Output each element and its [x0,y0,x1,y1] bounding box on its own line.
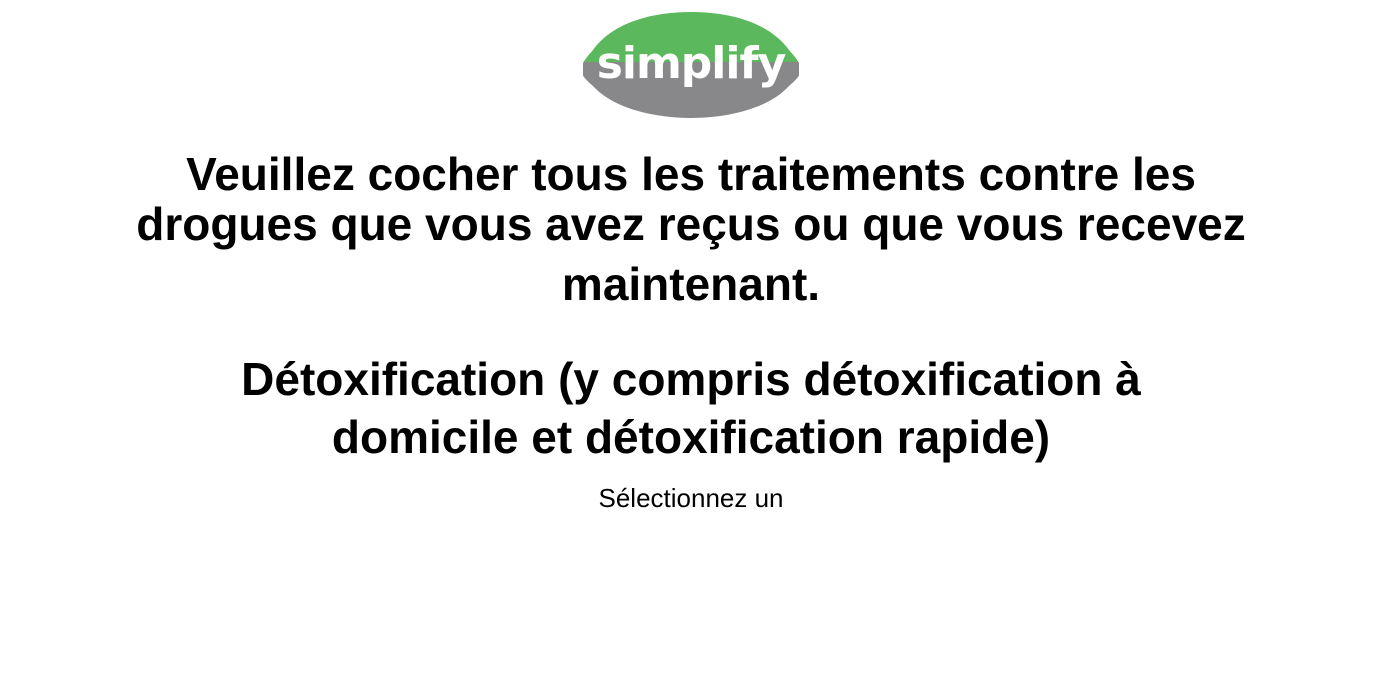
simplify-logo-shape: simplify [583,12,799,118]
treatment-item-title: Détoxification (y compris détoxification… [0,350,1382,466]
treatment-title-line-2: domicile et détoxification rapide) [331,411,1051,463]
question-line-2: drogues que vous avez reçus ou que vous … [136,198,1246,250]
select-one-prompt[interactable]: Sélectionnez un [0,482,1382,514]
question-line-3: maintenant. [561,258,821,310]
simplify-logo: simplify [583,10,799,120]
question-line-1: Veuillez cocher tous les traitements con… [186,148,1196,200]
logo-text: simplify [597,38,786,89]
question-heading: Veuillez cocher tous les traitements con… [0,149,1382,309]
treatment-title-line-1: Détoxification (y compris détoxification… [241,353,1141,405]
